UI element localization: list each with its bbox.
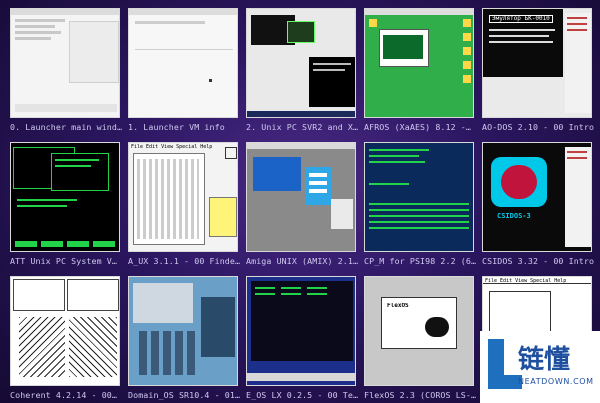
gallery-tile[interactable]: Domain_OS SR10.4 - 01… xyxy=(128,276,240,400)
gallery-tile[interactable]: CP_M for PSI98 2.2 (6… xyxy=(364,142,476,266)
gallery-tile[interactable]: ATT Unix PC System V… xyxy=(10,142,120,266)
thumbnail-amiga-unix[interactable] xyxy=(246,142,356,252)
thumbnail-e-os-lx[interactable] xyxy=(246,276,356,386)
emulator-title: Эмулятор БК-0010 xyxy=(489,15,553,23)
gallery-tile[interactable]: File Edit View Special Help A_UX 3.1.1 -… xyxy=(128,142,240,266)
tile-caption: 2. Unix PC SVR2 and X… xyxy=(246,122,358,132)
thumbnail-flexos[interactable]: FlexOS xyxy=(364,276,474,386)
neatdown-watermark: 链懂 NEATDOWN.COM xyxy=(480,331,600,403)
gallery-tile[interactable]: 0. Launcher main wind… xyxy=(10,8,122,132)
tile-caption: 0. Launcher main wind… xyxy=(10,122,122,132)
tile-caption: Amiga UNIX (AMIX) 2.1… xyxy=(246,256,358,266)
thumbnail-launcher-main[interactable] xyxy=(10,8,120,118)
thumbnail-domain-os[interactable] xyxy=(128,276,238,386)
gallery-tile[interactable]: Эмулятор БК-0010 AO-DOS 2.10 - 00 Intro xyxy=(482,8,594,132)
thumbnail-launcher-vm-info[interactable] xyxy=(128,8,238,118)
tile-caption: FlexOS 2.3 (COROS LS-… xyxy=(364,390,476,400)
tile-caption: ATT Unix PC System V… xyxy=(10,256,117,266)
tile-caption: AO-DOS 2.10 - 00 Intro xyxy=(482,122,594,132)
tile-caption: CSIDOS 3.32 - 00 Intro xyxy=(482,256,594,266)
watermark-cn-text: 链懂 xyxy=(518,345,571,375)
tile-caption: E_OS LX 0.2.5 - 00 Te… xyxy=(246,390,358,400)
thumbnail-unix-pc-svr2[interactable] xyxy=(246,8,356,118)
gallery-tile[interactable]: Amiga UNIX (AMIX) 2.1… xyxy=(246,142,358,266)
thumbnail-ao-dos[interactable]: Эмулятор БК-0010 xyxy=(482,8,592,118)
thumbnail-cpm-psi98[interactable] xyxy=(364,142,474,252)
thumbnail-afros[interactable] xyxy=(364,8,474,118)
macintosh-menu: File Edit View Special Help xyxy=(131,144,213,150)
gallery-tile[interactable]: FlexOS FlexOS 2.3 (COROS LS-… xyxy=(364,276,476,400)
tile-caption: Domain_OS SR10.4 - 01… xyxy=(128,390,240,400)
tile-caption: A_UX 3.1.1 - 00 Finde… xyxy=(128,256,240,266)
csidos-logo: CSIDOS-3 xyxy=(497,213,531,219)
thumbnail-a-ux[interactable]: File Edit View Special Help xyxy=(128,142,238,252)
gallery-tile[interactable]: CSIDOS-3 CSIDOS 3.32 - 00 Intro xyxy=(482,142,594,266)
gallery-tile[interactable]: 2. Unix PC SVR2 and X… xyxy=(246,8,358,132)
tile-caption: Coherent 4.2.14 - 00… xyxy=(10,390,117,400)
gallery-tile[interactable]: 1. Launcher VM info xyxy=(128,8,238,132)
gallery-tile[interactable]: Coherent 4.2.14 - 00… xyxy=(10,276,120,400)
gallery-tile[interactable]: AFROS (XaAES) 8.12 -… xyxy=(364,8,474,132)
flexos-title: FlexOS xyxy=(387,303,409,309)
tile-caption: 1. Launcher VM info xyxy=(128,122,225,132)
gallery-tile[interactable]: E_OS LX 0.2.5 - 00 Te… xyxy=(246,276,358,400)
thumbnail-att-unix-pc[interactable] xyxy=(10,142,120,252)
tile-caption: CP_M for PSI98 2.2 (6… xyxy=(364,256,476,266)
thumbnail-coherent[interactable] xyxy=(10,276,120,386)
tile-caption: AFROS (XaAES) 8.12 -… xyxy=(364,122,471,132)
thumbnail-csidos[interactable]: CSIDOS-3 xyxy=(482,142,592,252)
watermark-en-text: NEATDOWN.COM xyxy=(518,377,594,386)
